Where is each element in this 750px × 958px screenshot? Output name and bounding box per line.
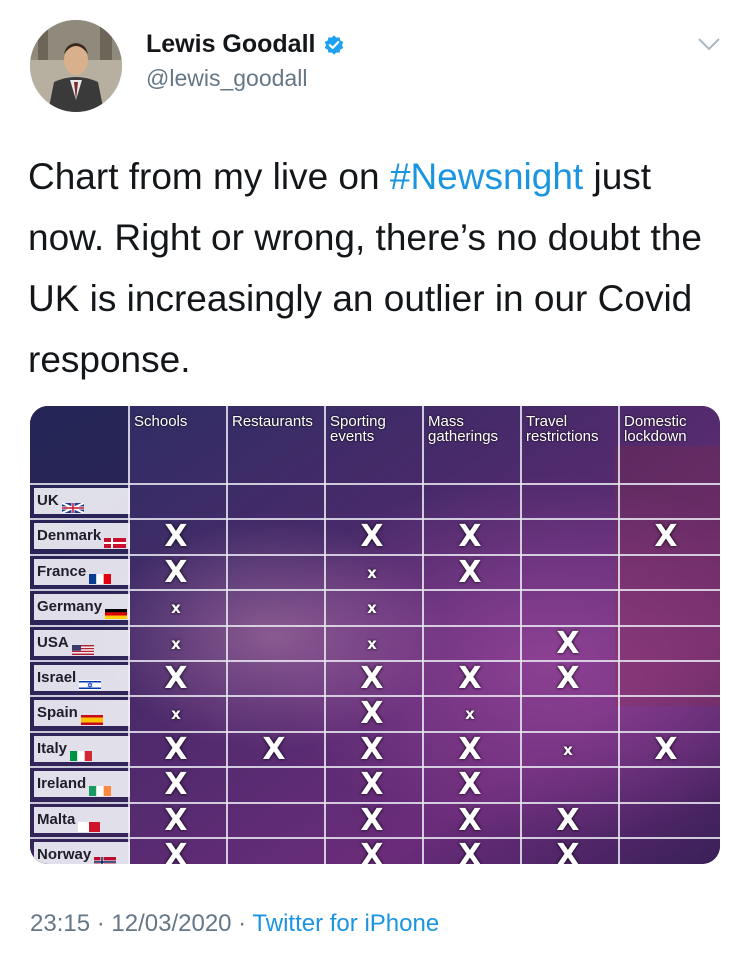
chart-table: Schools Restaurants Sporting events Mass ga…: [30, 406, 720, 864]
flag-icon: [79, 673, 102, 690]
table-cell-mark: x: [367, 634, 377, 653]
verified-badge-icon: [325, 34, 344, 55]
table-cell-mark: X: [458, 731, 482, 767]
chevron-down-icon[interactable]: [696, 34, 722, 54]
tweet-time[interactable]: 23:15: [30, 910, 90, 937]
row-country-label: Norway: [34, 842, 130, 864]
column-header: Schools: [134, 413, 188, 430]
table-cell-mark: X: [654, 731, 678, 767]
row-country-label: UK: [34, 488, 130, 514]
table-cell-mark: X: [360, 731, 384, 767]
country-name: France: [37, 562, 87, 580]
country-name: USA: [37, 633, 69, 651]
footer-separator: ·: [90, 910, 112, 937]
table-cell-mark: X: [164, 767, 188, 803]
column-header: Travel restrictions: [526, 413, 599, 445]
country-name: Denmark: [37, 527, 102, 545]
grid-vline: [618, 406, 620, 864]
country-name: Ireland: [37, 775, 87, 793]
flag-icon: [78, 815, 101, 832]
country-name: Germany: [37, 598, 103, 616]
table-cell-mark: X: [556, 838, 580, 864]
country-name: Norway: [37, 846, 92, 863]
flag-icon: [71, 638, 94, 655]
table-cell-mark: X: [654, 519, 678, 555]
country-name: UK: [37, 492, 59, 509]
table-cell-mark: X: [164, 554, 188, 590]
table-cell-mark: x: [367, 563, 377, 582]
row-country-label: France: [34, 558, 130, 585]
avatar-photo: [30, 20, 122, 112]
table-cell-mark: X: [458, 661, 482, 696]
grid-hline: [30, 624, 720, 627]
row-country-label: Malta: [34, 806, 130, 833]
row-country-label: Denmark: [34, 523, 130, 550]
flag-icon: [94, 850, 117, 864]
author-name[interactable]: Lewis Goodall: [146, 30, 315, 59]
table-cell-mark: X: [164, 519, 188, 555]
tweet-footer: 23:15 · 12/03/2020 · Twitter for iPhone: [30, 910, 439, 938]
country-name: Malta: [37, 810, 76, 828]
flag-icon: [80, 708, 103, 726]
table-cell-mark: x: [171, 599, 181, 618]
table-cell-mark: X: [458, 767, 482, 803]
table-cell-mark: X: [556, 625, 580, 661]
table-cell-mark: X: [164, 731, 188, 767]
row-country-label: Spain: [34, 700, 130, 727]
tweet-media-image[interactable]: Schools Restaurants Sporting events Mass ga…: [30, 406, 720, 864]
table-cell-mark: X: [164, 838, 188, 864]
tweet-text-part1: Chart from my live on: [28, 156, 390, 197]
flag-icon: [89, 567, 112, 584]
table-cell-mark: X: [360, 696, 384, 732]
table-cell-mark: X: [458, 838, 482, 864]
table-cell-mark: X: [360, 838, 384, 864]
flag-icon: [61, 496, 85, 514]
author-block: Lewis Goodall @lewis_goodall: [146, 30, 345, 92]
grid-hline: [30, 483, 720, 485]
author-name-row[interactable]: Lewis Goodall: [146, 30, 345, 59]
hashtag-link[interactable]: #Newsnight: [390, 156, 583, 197]
table-cell-mark: x: [465, 705, 475, 724]
column-header: Restaurants: [232, 413, 313, 430]
table-cell-mark: X: [262, 731, 286, 767]
row-country-label: Israel: [34, 665, 130, 691]
table-cell-mark: X: [360, 767, 384, 803]
column-header: Domestic lockdown: [624, 413, 687, 445]
row-country-label: USA: [34, 629, 130, 656]
table-cell-mark: x: [367, 599, 377, 618]
table-cell-mark: x: [171, 705, 181, 724]
table-cell-mark: x: [563, 740, 573, 759]
footer-separator-2: ·: [231, 910, 253, 937]
table-cell-mark: X: [164, 661, 188, 696]
row-country-label: Ireland: [34, 771, 130, 798]
table-cell-mark: X: [360, 661, 384, 696]
column-header: Mass gatherings: [428, 413, 499, 445]
country-name: Israel: [37, 669, 77, 686]
table-cell-mark: x: [171, 634, 181, 653]
flag-icon: [105, 602, 128, 620]
country-name: Italy: [37, 739, 68, 757]
table-cell-mark: X: [164, 802, 188, 838]
table-cell-mark: X: [458, 802, 482, 838]
column-header: Sporting events: [330, 413, 386, 445]
table-cell-mark: X: [458, 554, 482, 590]
row-country-label: Germany: [34, 594, 130, 621]
author-handle[interactable]: @lewis_goodall: [146, 65, 345, 92]
flag-icon: [89, 779, 112, 797]
flag-icon: [70, 744, 93, 761]
grid-vline: [226, 406, 228, 864]
table-cell-mark: X: [458, 519, 482, 555]
tweet-header: Lewis Goodall @lewis_goodall: [30, 14, 730, 114]
table-cell-mark: X: [556, 661, 580, 696]
tweet-source-link[interactable]: Twitter for iPhone: [252, 910, 439, 937]
avatar[interactable]: [30, 20, 122, 112]
country-name: Spain: [37, 704, 78, 722]
table-cell-mark: X: [360, 802, 384, 838]
tweet-date[interactable]: 12/03/2020: [111, 910, 231, 937]
table-cell-mark: X: [360, 519, 384, 555]
flag-icon: [104, 531, 127, 549]
row-country-label: Italy: [34, 735, 130, 762]
table-cell-mark: X: [556, 802, 580, 838]
tweet-text: Chart from my live on #Newsnight just no…: [28, 146, 728, 390]
